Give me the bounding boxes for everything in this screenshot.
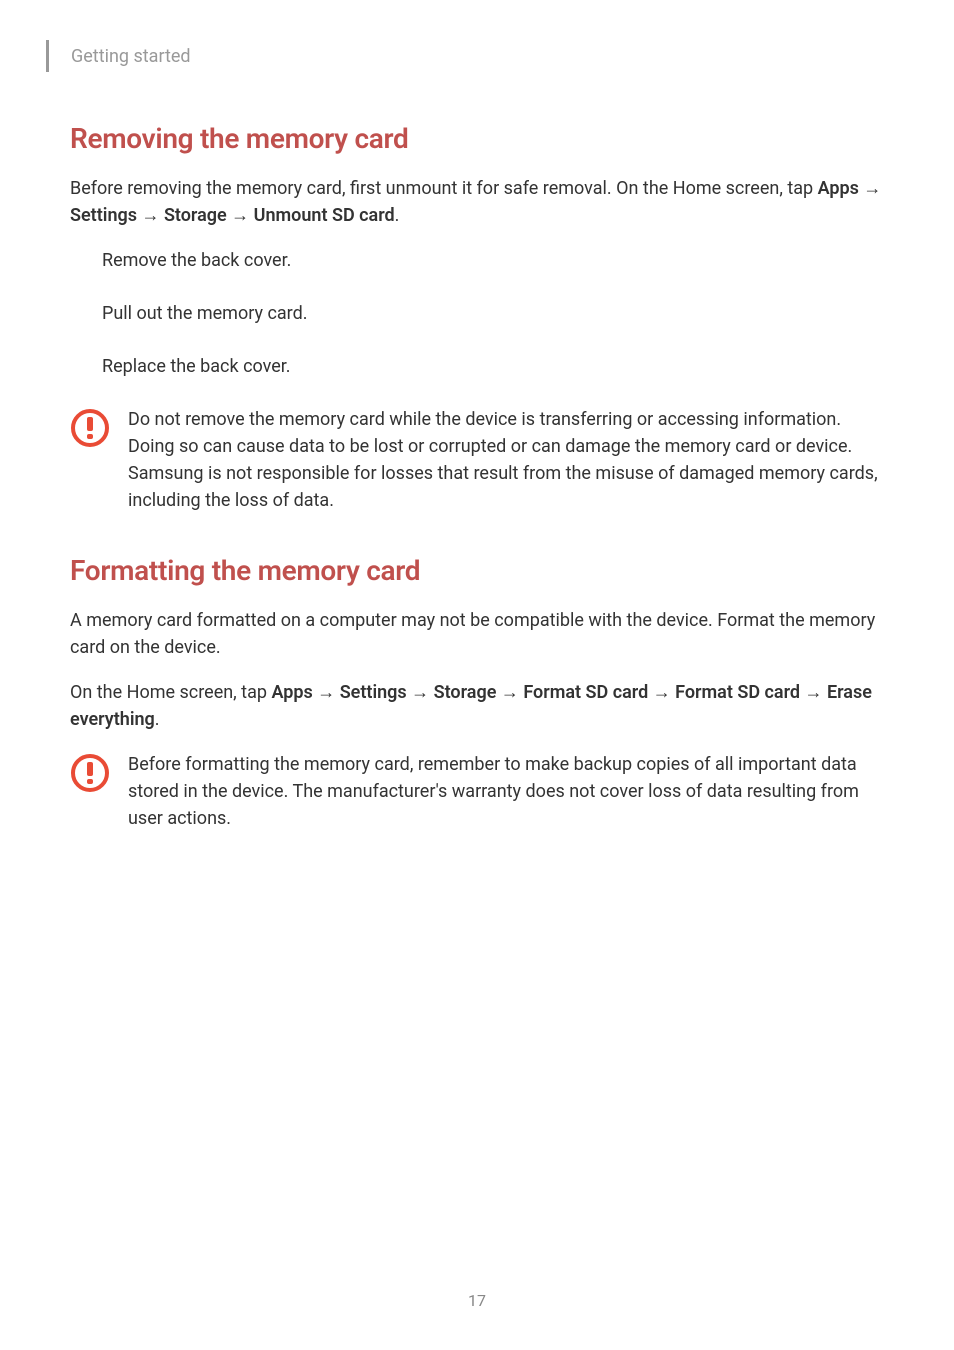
format-para-2: On the Home screen, tap Apps → Settings …: [70, 679, 884, 733]
caution-icon: [70, 753, 110, 797]
page-header: Getting started: [70, 40, 884, 72]
step-2: Pull out the memory card.: [102, 300, 884, 327]
format-para-1: A memory card formatted on a computer ma…: [70, 607, 884, 661]
path-apps: Apps: [271, 682, 312, 703]
heading-removing: Removing the memory card: [70, 122, 884, 155]
header-section-label: Getting started: [71, 46, 191, 67]
path-format1: Format SD card: [523, 682, 648, 703]
path-unmount: Unmount SD card: [254, 205, 395, 226]
caution-icon: [70, 408, 110, 452]
caution-block-1: Do not remove the memory card while the …: [70, 406, 884, 514]
intro-paragraph: Before removing the memory card, first u…: [70, 175, 884, 229]
para2-text: On the Home screen, tap: [70, 682, 271, 703]
path-format2: Format SD card: [675, 682, 800, 703]
arrow-icon: →: [501, 682, 519, 703]
section-removing-memory-card: Removing the memory card Before removing…: [70, 122, 884, 514]
path-settings: Settings: [340, 682, 407, 703]
step-3: Replace the back cover.: [102, 353, 884, 380]
step-1: Remove the back cover.: [102, 247, 884, 274]
caution-block-2: Before formatting the memory card, remem…: [70, 751, 884, 832]
step-list: Remove the back cover. Pull out the memo…: [70, 247, 884, 380]
arrow-icon: →: [653, 682, 671, 703]
arrow-icon: →: [805, 682, 823, 703]
arrow-icon: →: [231, 205, 249, 226]
path-apps: Apps: [818, 178, 859, 199]
arrow-icon: →: [141, 205, 159, 226]
path-storage: Storage: [164, 205, 227, 226]
heading-formatting: Formatting the memory card: [70, 554, 884, 587]
section-formatting-memory-card: Formatting the memory card A memory card…: [70, 554, 884, 832]
arrow-icon: →: [411, 682, 429, 703]
header-divider: [46, 40, 49, 72]
intro-text: Before removing the memory card, first u…: [70, 178, 818, 199]
caution-text-2: Before formatting the memory card, remem…: [128, 751, 884, 832]
arrow-icon: →: [317, 682, 335, 703]
arrow-icon: →: [863, 178, 881, 199]
path-storage: Storage: [434, 682, 497, 703]
caution-text-1: Do not remove the memory card while the …: [128, 406, 884, 514]
page-number: 17: [0, 1291, 954, 1310]
path-settings: Settings: [70, 205, 137, 226]
